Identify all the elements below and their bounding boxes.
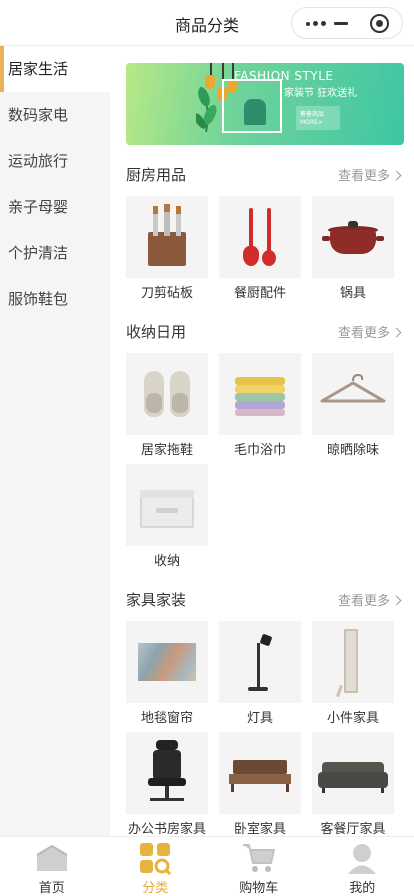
section-title-furniture: 家具家装 <box>126 591 187 609</box>
tile-label: 锅具 <box>339 286 366 301</box>
bottom-tab-bar: 首页 分类 购物车 我的 <box>0 836 414 896</box>
category-tile[interactable]: 地毯窗帘 <box>126 621 208 726</box>
kitchen-utensils-icon <box>219 196 301 278</box>
tile-label: 灯具 <box>246 711 273 726</box>
sidebar-item-digital[interactable]: 数码家电 <box>0 92 110 138</box>
tab-home[interactable]: 首页 <box>0 837 104 896</box>
tab-category[interactable]: 分类 <box>104 837 208 896</box>
sidebar-item-label: 运动旅行 <box>8 152 69 170</box>
tab-profile[interactable]: 我的 <box>311 837 414 896</box>
chevron-right-icon <box>391 170 402 181</box>
sidebar-item-label: 服饰鞋包 <box>8 290 69 308</box>
sidebar-item-label: 数码家电 <box>8 106 69 124</box>
sofa-icon <box>312 732 394 814</box>
sidebar-item-label: 居家生活 <box>8 60 69 78</box>
banner-subhead: 家装节 狂欢送礼 <box>284 88 358 99</box>
category-tile[interactable]: 收纳 <box>126 464 208 569</box>
section-title-kitchen: 厨房用品 <box>126 166 187 184</box>
bed-icon <box>219 732 301 814</box>
tab-label: 购物车 <box>239 881 279 896</box>
tab-label: 首页 <box>38 881 65 896</box>
pot-icon <box>312 196 394 278</box>
section-title-storage: 收纳日用 <box>126 323 187 341</box>
rug-icon <box>126 621 208 703</box>
tile-label: 地毯窗帘 <box>140 711 193 726</box>
category-tile[interactable]: 晾晒除味 <box>312 353 394 458</box>
sidebar-item-sports[interactable]: 运动旅行 <box>0 138 110 184</box>
promo-banner[interactable]: FASHION STYLE 家装节 狂欢送礼 筹备商品 MORE> <box>126 63 404 145</box>
tile-label: 小件家具 <box>326 711 379 726</box>
chevron-right-icon <box>391 595 402 606</box>
category-tile[interactable]: 灯具 <box>219 621 301 726</box>
view-more-furniture-link[interactable]: 查看更多 <box>337 590 402 609</box>
lamp-icon <box>219 621 301 703</box>
view-more-label: 查看更多 <box>337 594 390 609</box>
close-mini-program-icon[interactable] <box>370 14 389 33</box>
view-more-label: 查看更多 <box>337 169 390 184</box>
tile-label: 客餐厅家具 <box>320 822 386 836</box>
banner-headline: FASHION STYLE <box>234 69 334 83</box>
nav-header: 商品分类 <box>0 0 414 46</box>
sidebar-item-home-living[interactable]: 居家生活 <box>0 46 110 92</box>
tile-label: 居家拖鞋 <box>140 443 193 458</box>
more-options-icon[interactable] <box>306 21 326 26</box>
office-chair-icon <box>126 732 208 814</box>
banner-cta-line1: 筹备商品 <box>300 111 325 118</box>
tile-label: 收纳 <box>153 554 180 569</box>
cart-icon <box>242 844 275 872</box>
category-tile[interactable]: 锅具 <box>312 196 394 301</box>
sidebar-item-label: 亲子母婴 <box>8 198 69 216</box>
sidebar-item-baby[interactable]: 亲子母婴 <box>0 184 110 230</box>
category-tile[interactable]: 餐厨配件 <box>219 196 301 301</box>
sidebar-item-label: 个护清洁 <box>8 244 69 262</box>
profile-icon <box>348 844 377 874</box>
slippers-icon <box>126 353 208 435</box>
category-tile[interactable]: 居家拖鞋 <box>126 353 208 458</box>
category-tile[interactable]: 小件家具 <box>312 621 394 726</box>
mini-program-capsule <box>291 7 403 39</box>
tile-label: 刀剪砧板 <box>140 286 193 301</box>
view-more-kitchen-link[interactable]: 查看更多 <box>337 165 402 184</box>
category-tile[interactable]: 刀剪砧板 <box>126 196 208 301</box>
storage-box-icon <box>126 464 208 546</box>
chair-icon <box>244 99 266 125</box>
chevron-right-icon <box>391 327 402 338</box>
tab-label: 我的 <box>349 881 376 896</box>
home-icon <box>36 844 68 871</box>
banner-cta-line2: MORE> <box>300 119 323 126</box>
category-content: FASHION STYLE 家装节 狂欢送礼 筹备商品 MORE> 厨房用品 查… <box>110 46 414 836</box>
mirror-icon <box>312 621 394 703</box>
tile-label: 餐厨配件 <box>233 286 286 301</box>
tile-label: 晾晒除味 <box>326 443 379 458</box>
tab-label: 分类 <box>142 881 169 896</box>
view-more-storage-link[interactable]: 查看更多 <box>337 322 402 341</box>
tile-label: 办公书房家具 <box>127 822 206 836</box>
tile-label: 卧室家具 <box>233 822 286 836</box>
tab-cart[interactable]: 购物车 <box>207 837 311 896</box>
hanger-icon <box>312 353 394 435</box>
category-tile[interactable]: 卧室家具 <box>219 732 301 836</box>
minimize-icon[interactable] <box>334 22 348 25</box>
towels-icon <box>219 353 301 435</box>
view-more-label: 查看更多 <box>337 326 390 341</box>
category-tile[interactable]: 办公书房家具 <box>126 732 208 836</box>
sidebar-item-apparel[interactable]: 服饰鞋包 <box>0 276 110 322</box>
category-icon <box>140 843 172 875</box>
knife-set-icon <box>126 196 208 278</box>
category-sidebar: 居家生活 数码家电 运动旅行 亲子母婴 个护清洁 服饰鞋包 <box>0 46 110 836</box>
category-tile[interactable]: 客餐厅家具 <box>312 732 394 836</box>
tile-label: 毛巾浴巾 <box>233 443 286 458</box>
sidebar-item-personal-care[interactable]: 个护清洁 <box>0 230 110 276</box>
category-tile[interactable]: 毛巾浴巾 <box>219 353 301 458</box>
